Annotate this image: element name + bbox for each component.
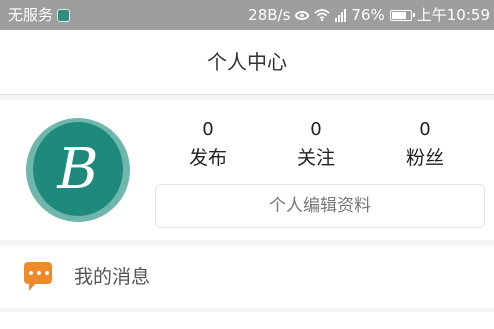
- messages-label: 我的消息: [74, 266, 151, 288]
- following-count: 0: [310, 119, 322, 140]
- signal-icon: [335, 8, 347, 22]
- fans-label: 粉丝: [405, 147, 444, 169]
- battery-percent: 76%: [351, 6, 385, 24]
- stat-fans[interactable]: 0 粉丝: [380, 118, 470, 172]
- wifi-icon: [314, 9, 330, 21]
- menu-item-messages[interactable]: 我的消息: [0, 246, 494, 308]
- stat-following[interactable]: 0 关注: [271, 118, 361, 172]
- app-icon: [57, 8, 71, 22]
- page-title: 个人中心: [0, 30, 494, 95]
- clock: 上午10:59: [416, 6, 490, 24]
- status-left: 无服务: [8, 0, 71, 30]
- avatar[interactable]: B: [26, 118, 130, 222]
- following-label: 关注: [296, 147, 335, 169]
- list-item[interactable]: [0, 312, 494, 329]
- posts-count: 0: [202, 119, 214, 140]
- message-icon: [24, 262, 52, 291]
- carrier-text: 无服务: [8, 6, 54, 24]
- status-right: 28B/s 76% 上午10:59: [248, 0, 490, 30]
- avatar-letter: B: [57, 137, 99, 202]
- edit-profile-button[interactable]: 个人编辑资料: [155, 184, 485, 228]
- posts-label: 发布: [188, 147, 227, 169]
- profile-card: B 0 发布 0 关注 0 粉丝 个人编辑资料: [0, 100, 494, 240]
- fans-count: 0: [419, 119, 431, 140]
- battery-icon: [389, 9, 415, 21]
- eye-icon: [295, 10, 310, 20]
- network-speed: 28B/s: [248, 6, 291, 24]
- stat-posts[interactable]: 0 发布: [163, 118, 253, 172]
- status-bar: 无服务 28B/s 76% 上午10:59: [0, 0, 494, 30]
